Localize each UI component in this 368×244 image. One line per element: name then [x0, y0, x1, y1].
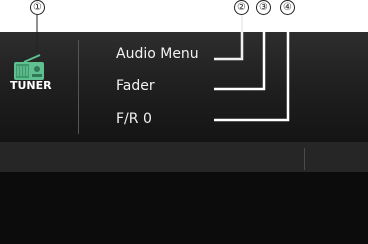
callout-4: ④ — [280, 0, 295, 15]
source-label: TUNER — [10, 79, 52, 92]
head-unit-screen: TUNER Audio Menu Fader F/R 0 — [0, 32, 368, 244]
callout-2: ② — [234, 0, 249, 15]
radio-icon — [14, 54, 44, 80]
callout-3: ③ — [256, 0, 271, 15]
menu-title: Audio Menu — [116, 46, 199, 62]
status-divider — [304, 148, 305, 170]
source-divider — [78, 40, 79, 134]
source-panel: TUNER Audio Menu Fader F/R 0 — [0, 32, 368, 142]
status-bar — [0, 142, 368, 172]
menu-item-fader[interactable]: Fader — [116, 78, 155, 94]
fader-value: F/R 0 — [116, 111, 152, 127]
callout-1: ① — [30, 0, 45, 15]
